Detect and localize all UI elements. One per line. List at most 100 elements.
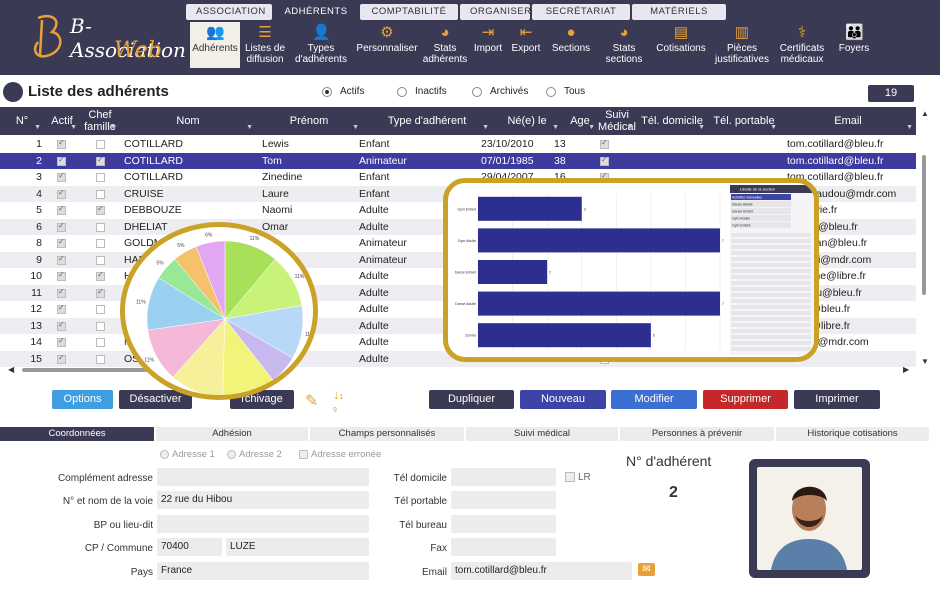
table-row[interactable]: 1 COTILLARD Lewis Enfant 23/10/2010 13 tom.cot…	[0, 136, 916, 153]
toolbar-4[interactable]: ◕ Stats adhérents	[422, 22, 468, 68]
column-header[interactable]: Tél. portable ▼	[708, 107, 780, 135]
filter-icon[interactable]: ▼	[698, 122, 705, 134]
column-header[interactable]: Prénom ▼	[256, 107, 362, 135]
vertical-scrollbar[interactable]: ▲ ▼	[917, 107, 931, 369]
column-header[interactable]: Actif ▼	[44, 107, 80, 135]
scroll-left-icon[interactable]: ◀	[8, 365, 14, 374]
toolbar-10[interactable]: ▥ Pièces justificatives	[712, 22, 772, 68]
chef-checkbox[interactable]	[96, 255, 105, 265]
options-button[interactable]: Options	[52, 390, 113, 409]
column-header[interactable]: Né(e) le ▼	[492, 107, 562, 135]
cp-field[interactable]: 70400	[157, 538, 222, 556]
scroll-right-icon[interactable]: ▶	[903, 365, 909, 374]
supprimer-button[interactable]: Supprimer	[703, 390, 788, 409]
filter-inactifs[interactable]: Inactifs	[397, 86, 447, 97]
chef-checkbox[interactable]	[96, 287, 105, 298]
complement-field[interactable]	[157, 468, 369, 486]
address-option-1[interactable]: Adresse 1	[160, 449, 215, 460]
detail-tab-4[interactable]: Personnes à prévenir	[620, 427, 774, 441]
tab-2[interactable]: COMPTABILITÉ	[360, 4, 458, 20]
modifier-button[interactable]: Modifier	[611, 390, 697, 409]
filter-icon[interactable]: ▼	[770, 122, 777, 134]
sort-icon[interactable]: ↓1 9	[333, 388, 343, 416]
chef-checkbox[interactable]	[96, 155, 105, 166]
chef-checkbox[interactable]	[96, 270, 105, 281]
column-header[interactable]: Age ▼	[562, 107, 598, 135]
detail-tab-5[interactable]: Historique cotisations	[776, 427, 929, 441]
actif-checkbox[interactable]	[57, 188, 66, 199]
toolbar-2[interactable]: 👤 Types d'adhérents	[290, 22, 352, 68]
fax-field[interactable]	[451, 538, 556, 556]
actif-checkbox[interactable]	[57, 204, 66, 215]
actif-checkbox[interactable]	[57, 254, 66, 265]
toolbar-1[interactable]: ☰ Listes de diffusion	[240, 22, 290, 68]
filter-icon[interactable]: ▼	[906, 122, 913, 134]
column-header[interactable]: Type d'adhérent ▼	[362, 107, 492, 135]
table-row[interactable]: 2 COTILLARD Tom Animateur 07/01/1985 38 tom.co…	[0, 152, 916, 169]
chef-checkbox[interactable]	[96, 222, 105, 232]
dupliquer-button[interactable]: Dupliquer	[429, 390, 514, 409]
filter-icon[interactable]: ▼	[552, 122, 559, 134]
filter-icon[interactable]: ▼	[626, 122, 633, 134]
column-header[interactable]: Tél. domicile ▼	[636, 107, 708, 135]
actif-checkbox[interactable]	[57, 171, 66, 182]
tab-5[interactable]: MATÉRIELS	[632, 4, 726, 20]
actif-checkbox[interactable]	[57, 287, 66, 298]
actif-checkbox[interactable]	[57, 221, 66, 232]
actif-checkbox[interactable]	[57, 303, 66, 314]
chef-checkbox[interactable]	[96, 173, 105, 182]
column-header[interactable]: Nom ▼	[120, 107, 256, 135]
tab-0[interactable]: ASSOCIATION	[186, 4, 272, 20]
actif-checkbox[interactable]	[57, 138, 66, 149]
toolbar-8[interactable]: ◕ Stats sections	[598, 22, 650, 68]
toolbar-0[interactable]: 👥 Adhérents	[190, 22, 240, 68]
toolbar-6[interactable]: ⇤ Export	[508, 22, 544, 68]
broom-icon[interactable]: ✎	[305, 391, 318, 411]
chef-checkbox[interactable]	[96, 189, 105, 199]
filter-tous[interactable]: Tous	[546, 86, 585, 97]
filter-actifs[interactable]: Actifs	[322, 86, 364, 97]
filter-icon[interactable]: ▼	[246, 122, 253, 134]
tab-4[interactable]: SECRÉTARIAT	[532, 4, 630, 20]
member-photo[interactable]	[749, 459, 870, 578]
toolbar-7[interactable]: ● Sections	[544, 22, 598, 68]
toolbar-5[interactable]: ⇥ Import	[468, 22, 508, 68]
imprimer-button[interactable]: Imprimer	[794, 390, 880, 409]
filter-icon[interactable]: ▼	[110, 122, 117, 134]
filter-icon[interactable]: ▼	[70, 122, 77, 134]
column-header[interactable]: Suivi Médical ▼	[598, 107, 636, 135]
filter-icon[interactable]: ▼	[482, 122, 489, 134]
address-option-erronee[interactable]: Adresse erronée	[299, 449, 381, 460]
tab-3[interactable]: ORGANISER	[460, 4, 531, 20]
actif-checkbox[interactable]	[57, 155, 66, 166]
actif-checkbox[interactable]	[57, 237, 66, 248]
detail-tab-2[interactable]: Champs personnalisés	[310, 427, 464, 441]
chef-checkbox[interactable]	[96, 239, 105, 248]
tab-1[interactable]: ADHÉRENTS	[274, 4, 358, 20]
suivi-checkbox[interactable]	[600, 155, 609, 166]
pays-field[interactable]: France	[157, 562, 369, 580]
lr-checkbox[interactable]	[565, 472, 575, 482]
scroll-thumb[interactable]	[922, 155, 926, 295]
actif-checkbox[interactable]	[57, 336, 66, 347]
commune-field[interactable]: LUZE	[226, 538, 369, 556]
toolbar-9[interactable]: ▤ Cotisations	[650, 22, 712, 68]
nouveau-button[interactable]: Nouveau	[520, 390, 606, 409]
mail-icon[interactable]: ✉	[638, 563, 655, 576]
chef-checkbox[interactable]	[96, 305, 105, 314]
toolbar-11[interactable]: ⚕ Certificats médicaux	[772, 22, 832, 68]
chef-checkbox[interactable]	[96, 204, 105, 215]
column-header[interactable]: Email ▼	[780, 107, 916, 135]
toolbar-3[interactable]: ⚙ Personnaliser	[352, 22, 422, 68]
tel-bureau-field[interactable]	[451, 515, 556, 533]
horizontal-scrollbar[interactable]: ◀ ▶	[0, 365, 916, 375]
scroll-thumb-h[interactable]	[22, 368, 162, 372]
suivi-checkbox[interactable]	[600, 138, 609, 149]
filter-icon[interactable]: ▼	[588, 122, 595, 134]
tel-portable-field[interactable]	[451, 491, 556, 509]
actif-checkbox[interactable]	[57, 353, 66, 364]
chef-checkbox[interactable]	[96, 354, 105, 364]
column-header[interactable]: N° ▼	[0, 107, 44, 135]
chef-checkbox[interactable]	[96, 338, 105, 347]
scroll-up-icon[interactable]: ▲	[921, 109, 929, 118]
